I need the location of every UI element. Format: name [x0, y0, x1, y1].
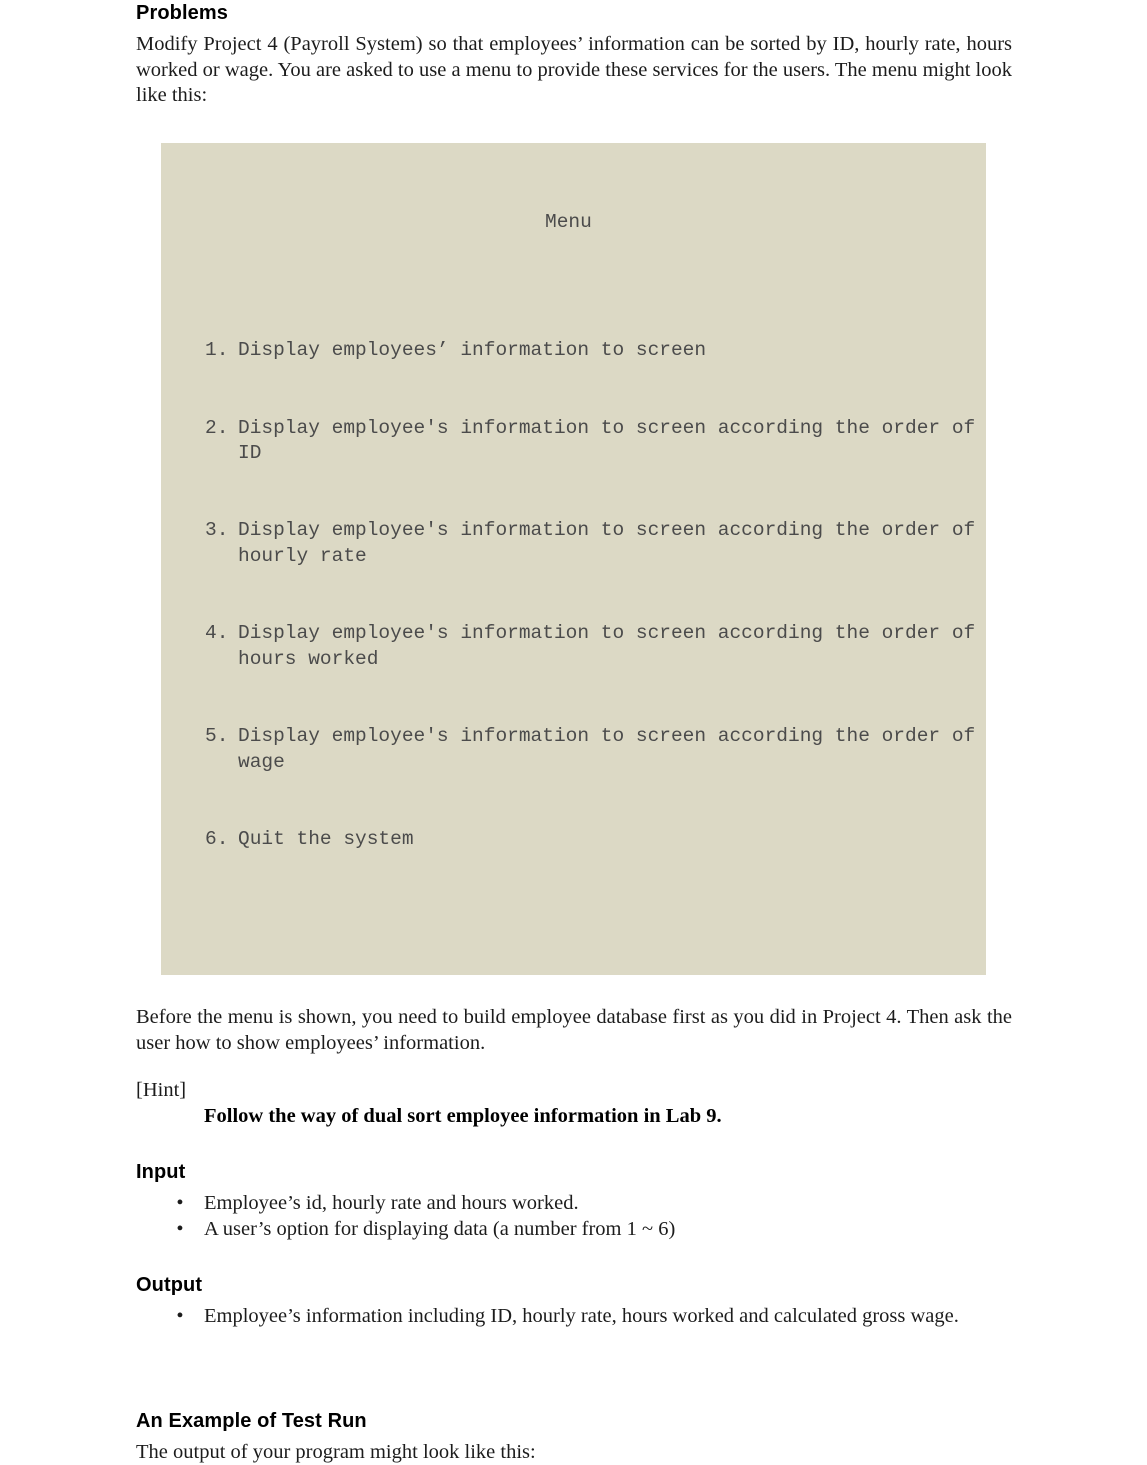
menu-option-number: 5. [205, 724, 229, 747]
menu-code-title: Menu [545, 210, 592, 233]
menu-option-number: 6. [205, 827, 229, 850]
menu-option-text: Display employee's information to screen… [238, 416, 987, 465]
hint-text: Follow the way of dual sort employee inf… [204, 1104, 722, 1127]
menu-option-list: 1. Display employees’ information to scr… [161, 287, 986, 904]
menu-option-text: Display employee's information to screen… [238, 519, 987, 568]
list-item: • Employee’s id, hourly rate and hours w… [136, 1191, 1012, 1217]
menu-option-item: 1. Display employees’ information to scr… [161, 338, 986, 364]
list-item-text: A user’s option for displaying data (a n… [204, 1217, 676, 1240]
bullet-icon: • [176, 1217, 184, 1240]
list-item-text: Employee’s information including ID, hou… [204, 1305, 959, 1328]
menu-option-text: Display employee's information to screen… [238, 724, 987, 773]
menu-option-number: 3. [205, 519, 229, 542]
bullet-icon: • [176, 1305, 184, 1328]
menu-option-number: 4. [205, 622, 229, 645]
menu-option-text: Display employees’ information to screen [238, 339, 707, 362]
heading-output: Output [136, 1274, 203, 1297]
menu-option-text: Display employee's information to screen… [238, 622, 987, 670]
bullet-icon: • [176, 1192, 184, 1215]
menu-option-item: 2. Display employee's information to scr… [161, 416, 986, 467]
paragraph-test-run: The output of your program might look li… [136, 1440, 536, 1463]
menu-code-block: Menu 1. Display employees’ information t… [161, 142, 986, 976]
hint-label: [Hint] [136, 1079, 187, 1102]
menu-option-text: Quit the system [238, 827, 414, 850]
menu-option-item: 3. Display employee's information to scr… [161, 518, 986, 569]
menu-option-item: 5. Display employee's information to scr… [161, 724, 986, 775]
document-page: Problems Modify Project 4 (Payroll Syste… [136, 0, 1012, 1465]
menu-option-item: 4. Display employee's information to scr… [161, 621, 986, 672]
menu-option-item: 6. Quit the system [161, 827, 986, 853]
paragraph-problems: Modify Project 4 (Payroll System) so tha… [136, 33, 1012, 106]
paragraph-before-menu: Before the menu is shown, you need to bu… [136, 1006, 1012, 1054]
menu-option-number: 2. [205, 416, 229, 439]
input-bullet-list: • Employee’s id, hourly rate and hours w… [136, 1191, 1012, 1242]
list-item-text: Employee’s id, hourly rate and hours wor… [204, 1192, 579, 1215]
output-bullet-list: • Employee’s information including ID, h… [136, 1304, 1012, 1330]
heading-problems: Problems [136, 2, 228, 24]
heading-input: Input [136, 1161, 186, 1184]
list-item: • A user’s option for displaying data (a… [136, 1217, 1012, 1243]
menu-option-number: 1. [205, 339, 229, 362]
heading-test-run: An Example of Test Run [136, 1409, 367, 1432]
list-item: • Employee’s information including ID, h… [136, 1304, 1012, 1330]
